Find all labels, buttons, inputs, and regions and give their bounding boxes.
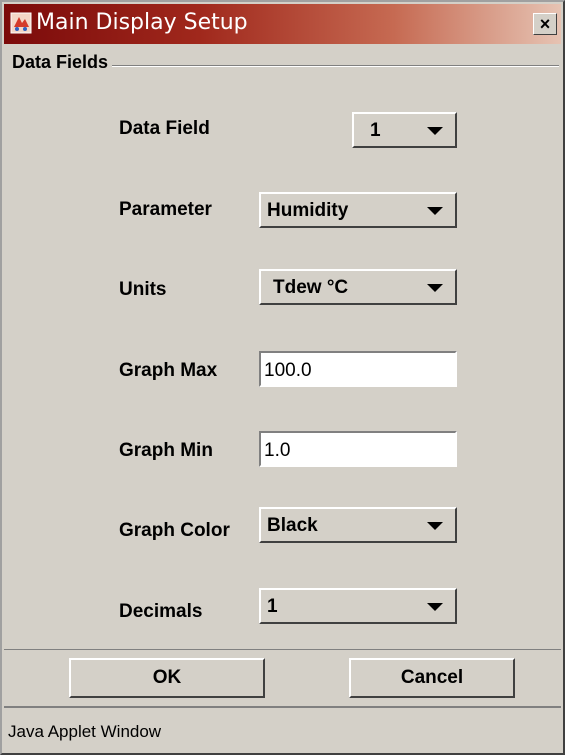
group-title: Data Fields xyxy=(10,52,113,73)
parameter-label: Parameter xyxy=(119,199,212,220)
close-icon: × xyxy=(539,14,551,34)
java-applet-icon xyxy=(10,12,32,34)
title-bar[interactable]: Main Display Setup × xyxy=(4,4,561,44)
cancel-button[interactable]: Cancel xyxy=(349,658,515,698)
graph-color-label: Graph Color xyxy=(119,520,230,541)
parameter-value: Humidity xyxy=(267,200,349,221)
chevron-down-icon xyxy=(427,207,443,215)
graph-max-input[interactable]: 100.0 xyxy=(259,351,457,387)
chevron-down-icon xyxy=(427,127,443,135)
parameter-select[interactable]: Humidity xyxy=(259,192,457,228)
graph-max-label: Graph Max xyxy=(119,360,218,381)
status-text: Java Applet Window xyxy=(8,722,162,741)
dialog-window: Main Display Setup × Data Fields Data Fi… xyxy=(0,0,565,755)
window-title: Main Display Setup xyxy=(36,10,248,35)
chevron-down-icon xyxy=(427,522,443,530)
status-bar: Java Applet Window xyxy=(4,706,561,753)
decimals-label: Decimals xyxy=(119,601,203,622)
data-field-value: 1 xyxy=(370,120,381,141)
close-button[interactable]: × xyxy=(533,13,557,35)
graph-min-label: Graph Min xyxy=(119,440,213,461)
button-bar-divider xyxy=(4,649,561,650)
graph-color-select[interactable]: Black xyxy=(259,507,457,543)
units-label: Units xyxy=(119,279,167,300)
units-value: Tdew °C xyxy=(273,277,349,298)
data-field-select[interactable]: 1 xyxy=(352,112,457,148)
chevron-down-icon xyxy=(427,284,443,292)
decimals-value: 1 xyxy=(267,596,278,617)
units-select[interactable]: Tdew °C xyxy=(259,269,457,305)
ok-button[interactable]: OK xyxy=(69,658,265,698)
graph-max-value: 100.0 xyxy=(264,360,312,381)
graph-color-value: Black xyxy=(267,515,318,536)
chevron-down-icon xyxy=(427,603,443,611)
graph-min-input[interactable]: 1.0 xyxy=(259,431,457,467)
data-field-label: Data Field xyxy=(119,118,210,139)
decimals-select[interactable]: 1 xyxy=(259,588,457,624)
graph-min-value: 1.0 xyxy=(264,440,291,461)
